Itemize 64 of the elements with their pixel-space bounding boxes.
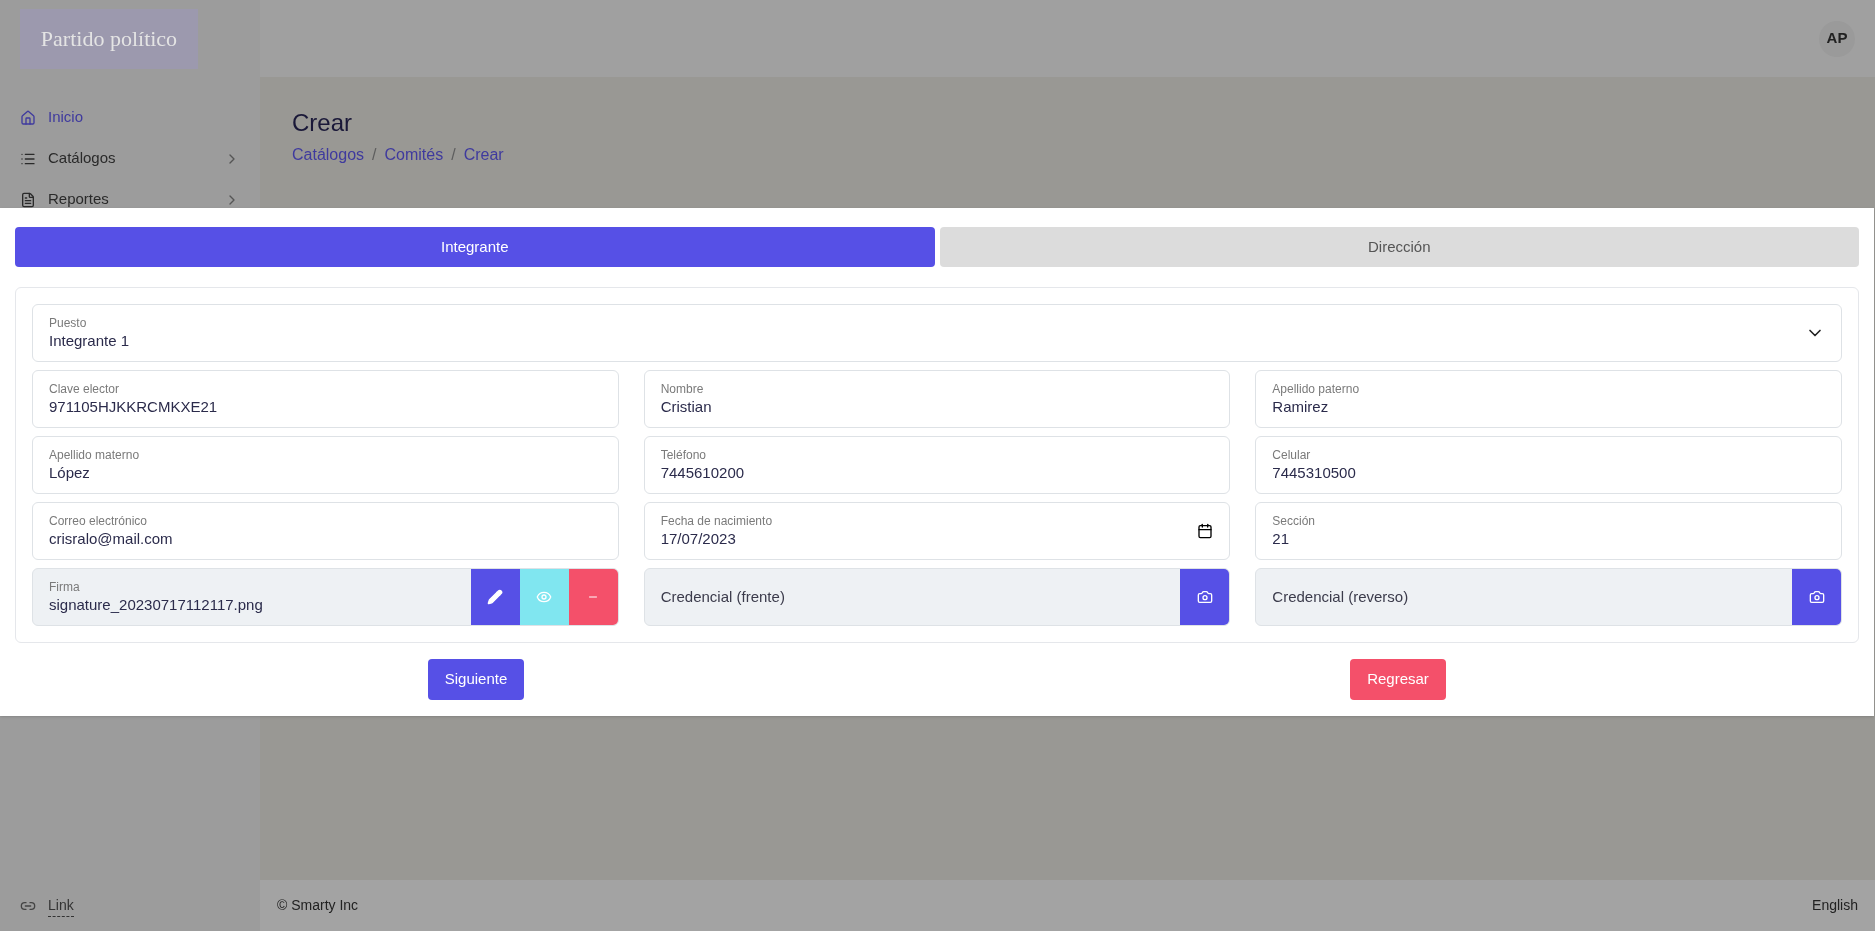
document-icon <box>20 191 36 208</box>
field-value: crisralo@mail.com <box>49 529 174 549</box>
next-button[interactable]: Siguiente <box>427 659 525 700</box>
field-value: 17/07/2023 <box>660 529 737 549</box>
user-avatar[interactable]: AP <box>1819 20 1855 57</box>
field-label: Firma <box>49 579 81 595</box>
field-label: Nombre <box>660 381 705 397</box>
breadcrumb-separator: / <box>451 145 456 165</box>
home-icon <box>20 109 36 126</box>
calendar-icon[interactable] <box>1197 523 1214 539</box>
file-field[interactable]: Credencial (frente) <box>643 568 1231 626</box>
breadcrumb-link[interactable]: Catálogos <box>292 143 365 167</box>
field-value: 21 <box>1272 529 1290 549</box>
tab[interactable]: Dirección <box>939 227 1859 267</box>
breadcrumb-separator: / <box>372 145 377 165</box>
input-field[interactable]: Correo electrónico crisralo@mail.com <box>32 502 619 560</box>
breadcrumb-link[interactable]: Comités <box>384 143 444 167</box>
footer-link[interactable]: Link <box>48 894 74 917</box>
sidebar-item[interactable]: Inicio <box>0 97 260 138</box>
input-field[interactable]: Apellido materno López <box>32 436 619 494</box>
field-label: Sección <box>1272 513 1317 529</box>
field-value: 7445610200 <box>660 463 746 483</box>
input-field[interactable]: Nombre Cristian <box>643 370 1231 428</box>
field-label: Apellido paterno <box>1272 381 1361 397</box>
field-label: Teléfono <box>660 447 708 463</box>
tab[interactable]: Integrante <box>15 227 935 267</box>
field-value: 7445310500 <box>1272 463 1357 483</box>
field-placeholder: Credencial (reverso) <box>1272 586 1410 607</box>
camera-icon <box>1196 589 1213 605</box>
back-button[interactable]: Regresar <box>1350 659 1446 700</box>
file-field[interactable]: Firma signature_20230717112117.png <box>32 568 619 626</box>
copyright-text: © Smarty Inc <box>277 896 359 915</box>
input-field[interactable]: Celular 7445310500 <box>1255 436 1842 494</box>
file-field[interactable]: Credencial (reverso) <box>1255 568 1842 626</box>
breadcrumb-link[interactable]: Crear <box>463 143 504 167</box>
sidebar-item[interactable]: Catálogos <box>0 138 260 179</box>
eye-icon <box>536 589 553 605</box>
field-label: Correo electrónico <box>49 513 149 529</box>
field-label: Puesto <box>49 315 88 331</box>
field-value: signature_20230717112117.png <box>49 595 264 615</box>
input-field[interactable]: Clave elector 971105HJKKRCMKXE21 <box>32 370 619 428</box>
field-value: Ramirez <box>1272 397 1330 417</box>
camera-icon <box>1808 589 1825 605</box>
field-label: Fecha de nacimiento <box>660 513 774 529</box>
field-value: Integrante 1 <box>49 331 131 351</box>
select-field[interactable]: Puesto Integrante 1 <box>32 304 1842 362</box>
edit-button[interactable] <box>470 569 520 625</box>
field-value: Cristian <box>660 397 713 417</box>
pencil-icon <box>487 589 504 605</box>
input-field[interactable]: Teléfono 7445610200 <box>643 436 1231 494</box>
field-value: López <box>49 463 91 483</box>
camera-button[interactable] <box>1792 569 1841 625</box>
field-label: Apellido materno <box>49 447 141 463</box>
camera-button[interactable] <box>1180 569 1230 625</box>
field-label: Clave elector <box>49 381 121 397</box>
field-label: Celular <box>1272 447 1312 463</box>
language-link[interactable]: English <box>1812 895 1858 916</box>
sidebar-item[interactable]: Reportes <box>0 179 260 220</box>
input-field[interactable]: Apellido paterno Ramirez <box>1255 370 1842 428</box>
input-field[interactable]: Sección 21 <box>1255 502 1842 560</box>
input-field[interactable]: Fecha de nacimiento 17/07/2023 <box>643 502 1231 560</box>
field-value: 971105HJKKRCMKXE21 <box>49 397 219 417</box>
field-placeholder: Credencial (frente) <box>660 586 786 607</box>
page-title: Crear <box>292 108 353 138</box>
